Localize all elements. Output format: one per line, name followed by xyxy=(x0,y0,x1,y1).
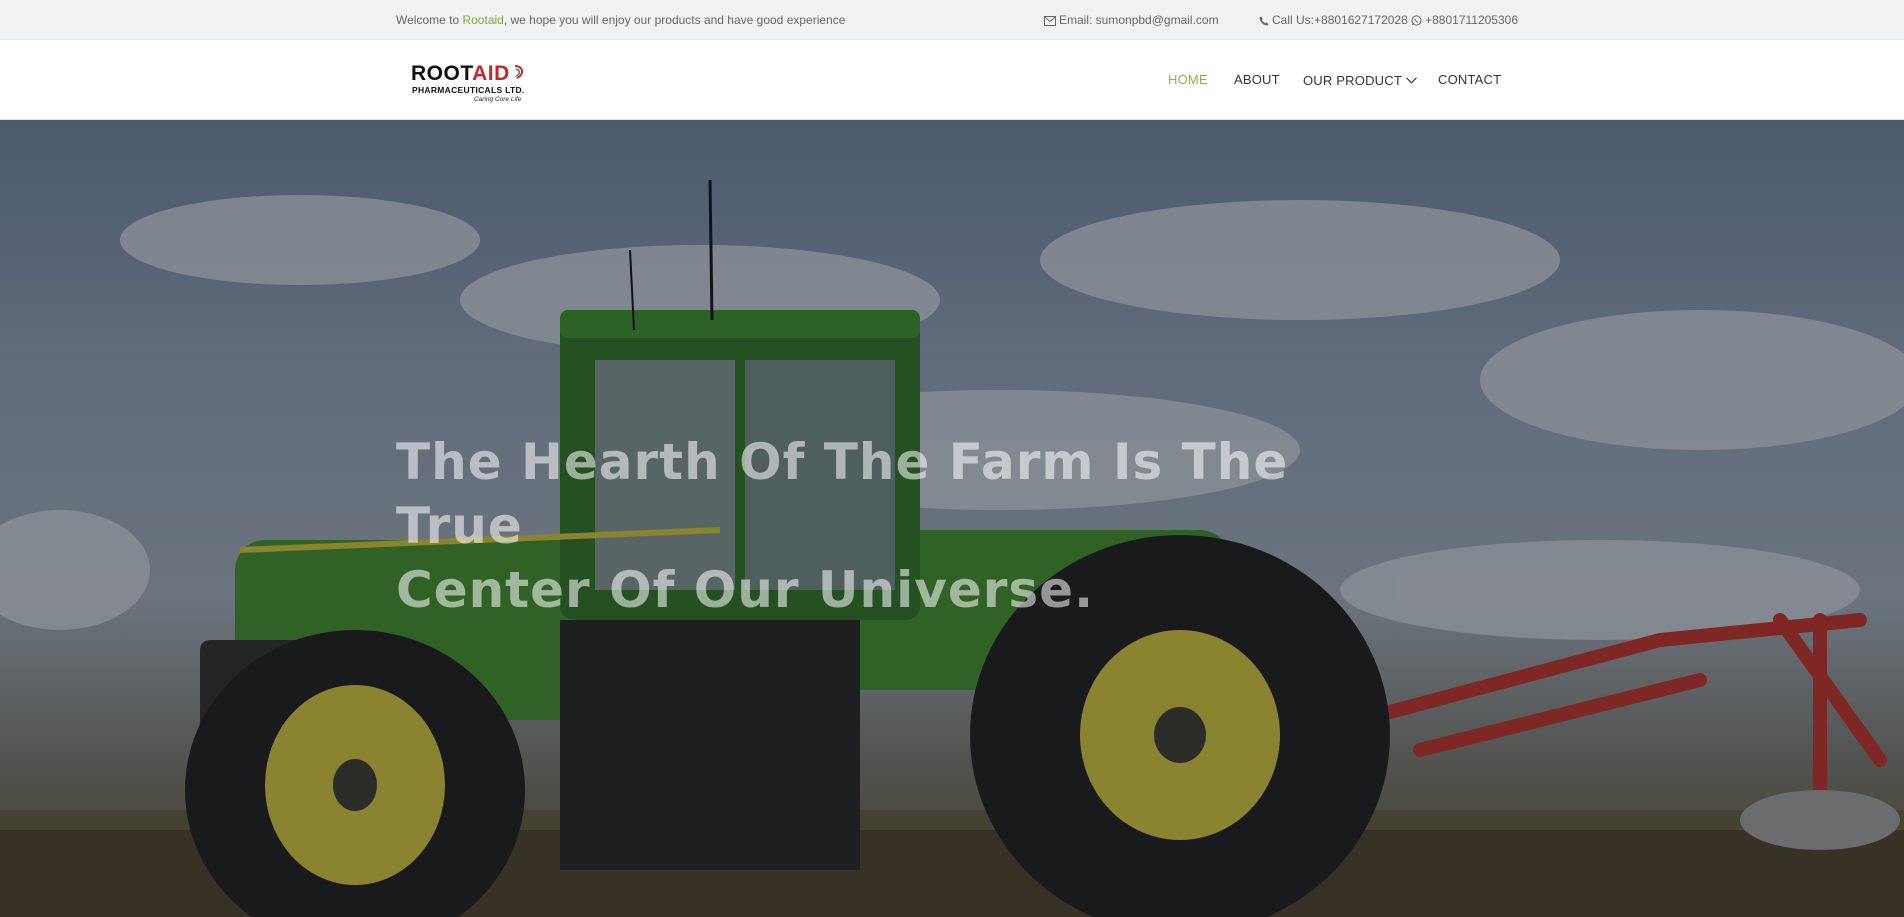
phone-icon xyxy=(1259,15,1269,29)
brand-link[interactable]: Rootaid xyxy=(462,13,503,27)
logo-subtitle: PHARMACEUTICALS LTD. xyxy=(412,85,525,95)
nav-our-product[interactable]: OUR PRODUCT xyxy=(1303,72,1417,88)
logo-swoosh-icon xyxy=(514,65,523,79)
top-info-bar: Welcome to Rootaid, we hope you will enj… xyxy=(0,0,1904,40)
hero-title-line1: The Hearth Of The Farm Is The True xyxy=(396,433,1289,555)
whatsapp-icon xyxy=(1411,15,1422,29)
main-navbar: ROOTAID PHARMACEUTICALS LTD. Caring Core… xyxy=(0,40,1904,120)
envelope-icon xyxy=(1044,15,1056,29)
logo-tagline: Caring Core Life xyxy=(474,96,522,103)
company-logo[interactable]: ROOTAID PHARMACEUTICALS LTD. Caring Core… xyxy=(410,62,526,106)
nav-contact[interactable]: CONTACT xyxy=(1438,72,1501,87)
email-text: Email: sumonpbd@gmail.com xyxy=(1059,13,1219,27)
nav-home[interactable]: HOME xyxy=(1168,72,1208,87)
welcome-message: Welcome to Rootaid, we hope you will enj… xyxy=(396,13,845,27)
nav-our-product-label: OUR PRODUCT xyxy=(1303,73,1402,88)
welcome-prefix: Welcome to xyxy=(396,13,463,27)
hero-title-line2: Center Of Our Universe. xyxy=(396,561,1095,619)
phone-text: Call Us:+8801627172028 xyxy=(1272,13,1408,27)
chevron-down-icon xyxy=(1406,72,1417,87)
logo-wordmark: ROOTAID xyxy=(411,62,510,85)
whatsapp-text: +8801711205306 xyxy=(1425,13,1519,27)
email-contact[interactable]: Email: sumonpbd@gmail.com xyxy=(1044,13,1219,29)
hero-title: The Hearth Of The Farm Is The True Cente… xyxy=(396,430,1296,622)
phone-contact[interactable]: Call Us:+8801627172028 +8801711205306 xyxy=(1259,13,1518,29)
nav-about[interactable]: ABOUT xyxy=(1234,72,1280,87)
hero-banner: The Hearth Of The Farm Is The True Cente… xyxy=(0,120,1904,917)
welcome-suffix: , we hope you will enjoy our products an… xyxy=(503,13,846,27)
